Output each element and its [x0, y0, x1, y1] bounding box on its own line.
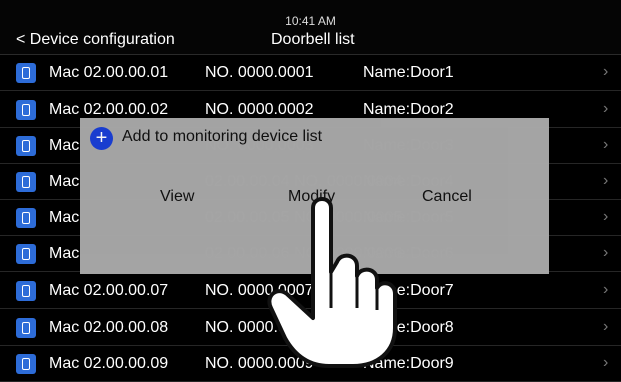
row-mac: Mac [49, 245, 80, 262]
view-button[interactable]: View [160, 188, 194, 206]
chevron-right-icon[interactable]: › [603, 136, 608, 154]
doorbell-icon [16, 63, 36, 83]
back-button[interactable]: < Device configuration [16, 31, 175, 49]
doorbell-icon [16, 136, 36, 156]
row-mac: Mac 02.00.00.01 [49, 64, 169, 81]
chevron-right-icon[interactable]: › [603, 172, 608, 190]
row-mac: Mac [49, 209, 80, 226]
chevron-right-icon[interactable]: › [603, 354, 608, 372]
header: 10:41 AM < Device configuration Doorbell… [0, 0, 621, 55]
doorbell-icon [16, 100, 36, 120]
doorbell-icon [16, 208, 36, 228]
row-mac: Mac 02.00.00.02 [49, 101, 169, 118]
row-mac: Mac 02.00.00.07 [49, 282, 169, 299]
row-name: Name:Door2 [363, 101, 454, 118]
row-number: NO. 0000.0001 [205, 64, 314, 81]
doorbell-icon [16, 281, 36, 301]
chevron-right-icon[interactable]: › [603, 63, 608, 81]
chevron-right-icon[interactable]: › [603, 100, 608, 118]
page-title: Doorbell list [271, 31, 355, 48]
row-mac: Mac 02.00.00.09 [49, 355, 169, 372]
chevron-right-icon[interactable]: › [603, 281, 608, 299]
doorbell-icon [16, 244, 36, 264]
doorbell-icon [16, 172, 36, 192]
doorbell-icon [16, 318, 36, 338]
device-row[interactable]: Mac 02.00.00.01 NO. 0000.0001 Name:Door1 › [0, 55, 621, 91]
cancel-button[interactable]: Cancel [422, 188, 472, 206]
plus-circle-icon[interactable]: + [90, 127, 113, 150]
row-number: NO. 0000.0002 [205, 101, 314, 118]
status-time: 10:41 AM [285, 14, 336, 28]
chevron-right-icon[interactable]: › [603, 208, 608, 226]
chevron-right-icon[interactable]: › [603, 318, 608, 336]
row-mac: Mac 02.00.00.08 [49, 319, 169, 336]
row-mac: Mac [49, 173, 80, 190]
popup-title: Add to monitoring device list [122, 128, 323, 145]
row-mac: Mac [49, 137, 80, 154]
chevron-right-icon[interactable]: › [603, 244, 608, 262]
row-name: Name:Door1 [363, 64, 454, 81]
hand-pointer-icon [267, 197, 397, 368]
doorbell-icon [16, 354, 36, 374]
